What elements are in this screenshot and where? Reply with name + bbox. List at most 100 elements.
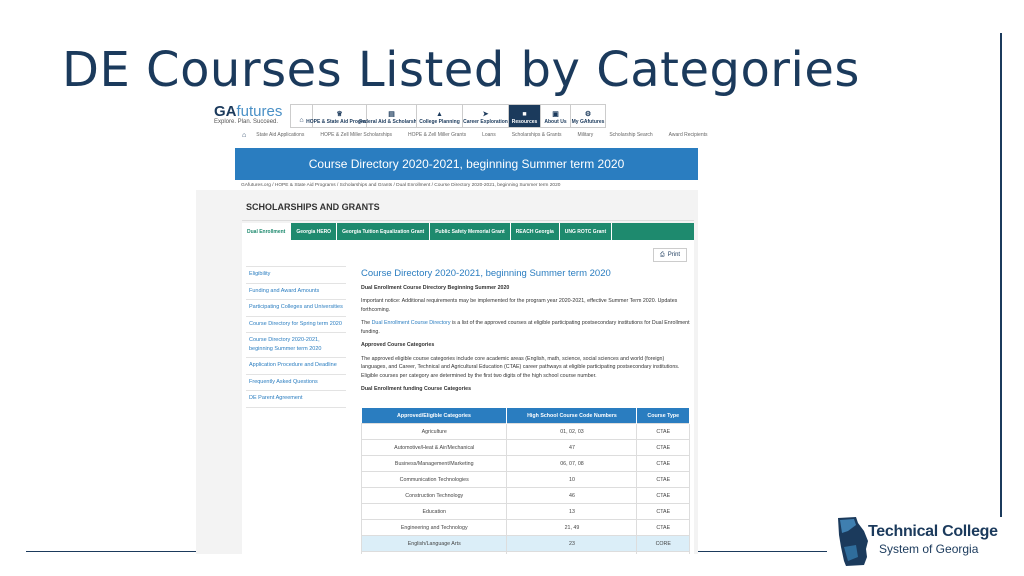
- nav-label: My GAfutures: [571, 119, 605, 125]
- cell-code: 47: [506, 439, 638, 456]
- tcsg-logo: Technical College System of Georgia: [836, 517, 1006, 569]
- nav-resources[interactable]: ■ Resources: [508, 104, 540, 128]
- nav-about-us[interactable]: ▣ About Us: [540, 104, 570, 128]
- tab-public-safety[interactable]: Public Safety Memorial Grant: [430, 223, 511, 240]
- cell-code: 21, 49: [506, 519, 638, 536]
- footer-rule-left: [26, 551, 196, 552]
- cell-type: CORE: [636, 535, 690, 552]
- cell-type: CTAE: [636, 423, 690, 440]
- article-paragraph-1: The Dual Enrollment Course Directory is …: [361, 319, 691, 336]
- tab-tuition-equalization[interactable]: Georgia Tuition Equalization Grant: [337, 223, 431, 240]
- subnav-item[interactable]: State Aid Applications: [256, 132, 304, 139]
- subnav-item[interactable]: Scholarship Search: [609, 132, 652, 139]
- table-row: Communication Technologies 10 CTAE: [360, 471, 690, 488]
- logo-tagline: Explore. Plan. Succeed.: [214, 119, 279, 125]
- table-row: Engineering and Technology 21, 49 CTAE: [360, 519, 690, 536]
- sidebar-item-funding[interactable]: Funding and Award Amounts: [246, 284, 346, 300]
- table-row: English/Language Arts 23 CORE: [360, 535, 690, 552]
- cell-type: CTAE: [636, 519, 690, 536]
- cell-type: CTAE: [636, 503, 690, 520]
- nav-label: College Planning: [419, 119, 460, 125]
- printer-icon: ⎙: [659, 251, 665, 258]
- sidebar-item-eligibility[interactable]: Eligibility: [246, 266, 346, 284]
- nav-career-exploration[interactable]: ➤ Career Exploration: [462, 104, 508, 128]
- program-tabs: Dual Enrollment Georgia HERO Georgia Tui…: [242, 223, 694, 240]
- subnav-home-icon[interactable]: ⌂: [242, 132, 246, 139]
- vertical-rule: [1000, 33, 1002, 517]
- tab-georgia-hero[interactable]: Georgia HERO: [291, 223, 338, 240]
- table-header-row: Approved/Eligible Categories High School…: [361, 408, 690, 424]
- nav-college-planning[interactable]: ▲ College Planning: [416, 104, 462, 128]
- subnav-item[interactable]: Military: [577, 132, 593, 139]
- sidebar-item-colleges[interactable]: Participating Colleges and Universities: [246, 300, 346, 317]
- subnav-item[interactable]: Award Recipients: [669, 132, 708, 139]
- table-row: Agriculture 01, 02, 03 CTAE: [360, 423, 690, 440]
- cell-type: CTAE: [636, 487, 690, 504]
- sidebar-item-spring-directory[interactable]: Course Directory for Spring term 2020: [246, 317, 346, 333]
- section-title: SCHOLARSHIPS AND GRANTS: [246, 202, 380, 212]
- main-nav: ⌂ ♕ HOPE & State Aid Programs ▤ Federal Ai…: [290, 104, 606, 128]
- subnav-item[interactable]: HOPE & Zell Miller Grants: [408, 132, 466, 139]
- cell-category: Business/Management/Marketing: [360, 455, 508, 472]
- table-body: Agriculture 01, 02, 03 CTAE Automotive/Heat…: [360, 423, 690, 554]
- nav-label: Career Exploration: [463, 119, 508, 125]
- cell-code: 20: [506, 551, 638, 554]
- subnav-item[interactable]: Scholarships & Grants: [512, 132, 562, 139]
- breadcrumb[interactable]: GAfutures.org / HOPE & State Aid Program…: [241, 183, 560, 188]
- subnav-item[interactable]: HOPE & Zell Miller Scholarships: [320, 132, 392, 139]
- cell-type: CTAE: [636, 471, 690, 488]
- cell-code: 13: [506, 503, 638, 520]
- website-header: GAfutures Explore. Plan. Succeed. ⌂ ♕ HOP…: [212, 100, 708, 190]
- nav-hope-state-aid[interactable]: ♕ HOPE & State Aid Programs: [306, 104, 373, 128]
- sub-nav: ⌂ State Aid Applications HOPE & Zell Mil…: [242, 132, 724, 139]
- sidebar: Eligibility Funding and Award Amounts Pa…: [246, 266, 346, 408]
- cell-code: 23: [506, 535, 638, 552]
- p1-pre: The: [361, 320, 372, 326]
- header-code: High School Course Code Numbers: [506, 408, 638, 424]
- logo-futures: futures: [236, 103, 283, 120]
- cell-code: 10: [506, 471, 638, 488]
- nav-label: Resources: [511, 119, 538, 125]
- money-icon: ▤: [388, 111, 395, 118]
- tab-dual-enrollment[interactable]: Dual Enrollment: [242, 223, 292, 240]
- table-row: Education 13 CTAE: [360, 503, 690, 520]
- footer-rule-right: [695, 551, 827, 552]
- tab-ung-rotc[interactable]: UNG ROTC Grant: [560, 223, 613, 240]
- cell-category: Education: [360, 503, 508, 520]
- georgia-map-icon: [838, 517, 868, 566]
- cell-category: Engineering and Technology: [360, 519, 508, 536]
- graduation-cap-icon: ▲: [436, 111, 443, 118]
- folder-icon: ■: [522, 111, 527, 118]
- home-icon: ⌂: [299, 117, 304, 124]
- trophy-icon: ♕: [336, 111, 343, 118]
- table-heading: Dual Enrollment funding Course Categorie…: [361, 386, 472, 392]
- article-heading: Course Directory 2020-2021, beginning Su…: [361, 268, 611, 279]
- sidebar-item-2020-directory[interactable]: Course Directory 2020-2021, beginning Su…: [246, 333, 346, 358]
- header-category: Approved/Eligible Categories: [361, 408, 508, 424]
- article-paragraph-2: The approved eligible course categories …: [361, 355, 680, 379]
- cell-code: 46: [506, 487, 638, 504]
- cell-category: Family and Consumer Science: [360, 551, 508, 554]
- course-categories-table: Approved/Eligible Categories High School…: [360, 408, 690, 554]
- print-button[interactable]: ⎙ Print: [653, 248, 687, 262]
- tab-reach-georgia[interactable]: REACH Georgia: [511, 223, 560, 240]
- cell-category: Automotive/Heat & Air/Mechanical: [360, 439, 508, 456]
- gafutures-logo[interactable]: GAfutures Explore. Plan. Succeed.: [214, 103, 282, 125]
- subnav-item[interactable]: Loans: [482, 132, 496, 139]
- page-banner: Course Directory 2020-2021, beginning Su…: [235, 148, 698, 180]
- cell-category: English/Language Arts: [360, 535, 508, 552]
- nav-label: About Us: [544, 119, 567, 125]
- table-row: Construction Technology 46 CTAE: [360, 487, 690, 504]
- website-main: SCHOLARSHIPS AND GRANTS Dual Enrollment …: [196, 190, 698, 554]
- cell-code: 01, 02, 03: [506, 423, 638, 440]
- sidebar-item-faq[interactable]: Frequently Asked Questions: [246, 375, 346, 391]
- brand-line-1: Technical College: [868, 523, 998, 540]
- nav-federal-aid[interactable]: ▤ Federal Aid & Scholarships: [359, 104, 424, 128]
- print-label: Print: [667, 252, 681, 258]
- sidebar-item-parent-agreement[interactable]: DE Parent Agreement: [246, 391, 346, 408]
- article: Course Directory 2020-2021, beginning Su…: [361, 268, 691, 399]
- brand-line-2: System of Georgia: [879, 542, 979, 556]
- course-directory-link[interactable]: Dual Enrollment Course Directory: [372, 320, 451, 326]
- sidebar-item-application[interactable]: Application Procedure and Deadline: [246, 358, 346, 375]
- nav-my-gafutures[interactable]: ⚙ My GAfutures: [570, 104, 606, 128]
